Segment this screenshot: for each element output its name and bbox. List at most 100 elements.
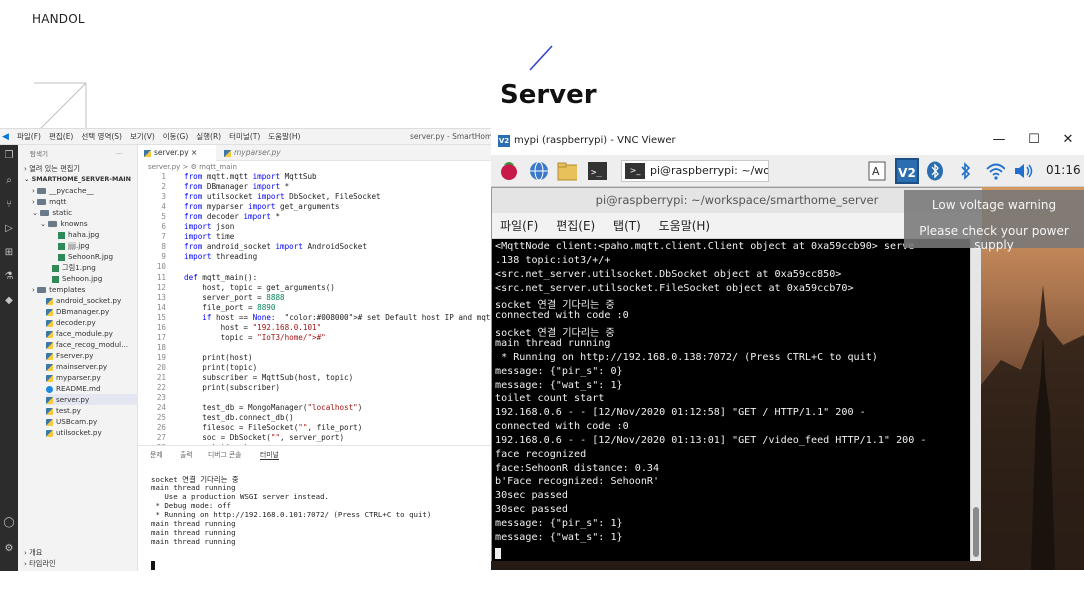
svg-text:>_: >_ [591,168,602,178]
code-editor: server.py × myparser.py server.py > ⚙ mq… [138,145,523,452]
menu-help[interactable]: 도움말(H) [268,131,300,142]
vscode-menubar: ◀ 파일(F) 편집(E) 선택 영역(S) 보기(V) 이동(G) 실행(R)… [0,129,497,145]
settings-gear-icon[interactable]: ⚙ [3,543,15,555]
tree-file[interactable]: Fserver.py [46,350,93,361]
code-line: soc = DbSocket("", server_port) [184,433,345,443]
vnc-titlebar: V2 mypi (raspberrypi) - VNC Viewer — ☐ ✕ [491,128,1084,155]
tree-file[interactable]: README.md [46,383,101,394]
file-manager-icon[interactable] [557,161,577,181]
tree-file[interactable]: SehoonR.jpg [58,251,113,262]
tree-file[interactable]: face_module.py [46,328,113,339]
tree-file[interactable]: DBmanager.py [46,306,109,317]
maximize-button[interactable]: ☐ [1026,132,1042,147]
bluetooth-badge-icon[interactable] [925,161,945,181]
scrollbar-thumb[interactable] [973,507,979,557]
volume-icon[interactable] [1013,161,1033,181]
line-number: 8 [161,242,166,252]
tab-close-icon[interactable]: × [191,148,197,157]
tree-file[interactable]: android_socket.py [46,295,121,306]
outline-section[interactable]: › 개요 [24,547,42,558]
tree-file[interactable]: USBcam.py [46,416,97,427]
code-line: import threading [184,252,258,262]
code-line: from DBmanager import * [184,182,290,192]
tab-server-py[interactable]: server.py × [138,145,216,161]
tree-file[interactable]: jjjj.jpg [58,240,89,251]
terminal-scrollbar[interactable] [970,239,981,561]
notification-message: Please check your power supply [919,224,1069,252]
breadcrumb[interactable]: server.py > ⚙ mqtt_main [148,163,237,171]
menu-edit[interactable]: 편집(E) [49,131,73,142]
tree-folder[interactable]: › mqtt [32,196,66,207]
menu-go[interactable]: 이동(G) [163,131,188,142]
menu-terminal[interactable]: 터미널(T) [229,131,260,142]
notification-title: Low voltage warning [931,198,1057,212]
line-number: 13 [156,292,166,302]
raspberry-menu-icon[interactable] [499,161,519,181]
tree-file[interactable]: myparser.py [46,372,101,383]
tree-file[interactable]: test.py [46,405,81,416]
tree-file[interactable]: decoder.py [46,317,96,328]
panel-tab-debug-console[interactable]: 디버그 콘솔 [208,449,241,459]
bluetooth-icon[interactable] [957,161,977,181]
tree-file[interactable]: haha.jpg [58,229,99,240]
tree-file[interactable]: utilsocket.py [46,427,102,438]
panel-tab-terminal[interactable]: 터미널 [260,449,279,460]
code-line: if host == None: "color:#008000"># set D… [202,312,523,322]
tree-file[interactable]: 그림1.png [52,262,96,273]
tree-file[interactable]: Sehoon.jpg [52,273,102,284]
vnc-tray-icon[interactable]: V2 [895,158,919,184]
menu-file[interactable]: 파일(F) [17,131,41,142]
line-number: 4 [161,202,166,212]
menu-view[interactable]: 보기(V) [130,131,155,142]
terminal-launcher-icon[interactable]: >_ [587,161,607,181]
wifi-icon[interactable] [985,161,1005,181]
remote-icon[interactable]: ◆ [3,295,15,307]
terminal-line: main thread running [151,519,236,528]
terminal-line: 30sec passed [495,490,568,502]
extensions-icon[interactable]: ⊞ [3,247,15,259]
low-voltage-notification[interactable]: Low voltage warning Please check your po… [904,190,1084,252]
open-editors-section[interactable]: › 열려 있는 편집기 [24,163,80,174]
font-tool-icon[interactable]: A [867,161,887,181]
tree-file-selected[interactable]: server.py [46,394,138,405]
tree-folder[interactable]: ⌄ static [32,207,72,218]
tree-folder[interactable]: › __pycache__ [32,185,94,196]
run-debug-icon[interactable]: ▷ [3,223,15,235]
tree-file[interactable]: face_recog_modul... [46,339,128,350]
panel-tab-output[interactable]: 출력 [180,449,193,459]
terminal-menu-file[interactable]: 파일(F) [500,219,538,233]
explorer-icon[interactable]: ❐ [3,150,15,162]
search-icon[interactable]: ⌕ [3,175,15,187]
code-lines[interactable]: 1 from mqtt.mqtt import MqttSub 2 from DBma… [138,172,523,452]
minimize-button[interactable]: — [991,132,1007,147]
explorer-more-icon[interactable]: ··· [116,149,122,160]
tab-myparser-py[interactable]: myparser.py [218,145,287,161]
tray-clock[interactable]: 01:16 [1046,163,1081,177]
code-line: from decoder import * [184,212,281,222]
tree-folder[interactable]: › templates [32,284,85,295]
testing-icon[interactable]: ⚗ [3,271,15,283]
tree-folder[interactable]: ⌄ knowns [40,218,88,229]
taskbar-terminal-task[interactable]: >_ pi@raspberrypi: ~/wo... [621,160,769,182]
terminal-line: main thread running [151,528,236,537]
source-control-icon[interactable]: ⑂ [3,199,15,211]
panel-tab-problems[interactable]: 문제 [150,449,163,459]
vnc-viewer-window: V2 mypi (raspberrypi) - VNC Viewer — ☐ ✕… [491,128,1084,570]
terminal-line: socket 연결 기다리는 중 [495,300,615,312]
line-number: 23 [156,393,166,403]
terminal-menu-help[interactable]: 도움말(H) [659,219,711,233]
menu-selection[interactable]: 선택 영역(S) [81,131,122,142]
tree-file[interactable]: mainserver.py [46,361,107,372]
workspace-root[interactable]: ⌄ SMARTHOME_SERVER-MAIN [24,174,131,185]
terminal-output[interactable]: <MqttNode client:<paho.mqtt.client.Clien… [492,239,970,561]
menu-run[interactable]: 실행(R) [196,131,221,142]
close-button[interactable]: ✕ [1060,132,1076,147]
line-number: 10 [156,262,166,272]
terminal-menu-tabs[interactable]: 탭(T) [613,219,641,233]
code-line: test_db = MongoManager("localhost") [184,403,363,413]
web-browser-icon[interactable] [529,161,549,181]
account-icon[interactable]: ◯ [3,517,15,529]
terminal-line: face recognized [495,448,587,460]
timeline-section[interactable]: › 타임라인 [24,558,56,569]
terminal-menu-edit[interactable]: 편집(E) [556,219,595,233]
